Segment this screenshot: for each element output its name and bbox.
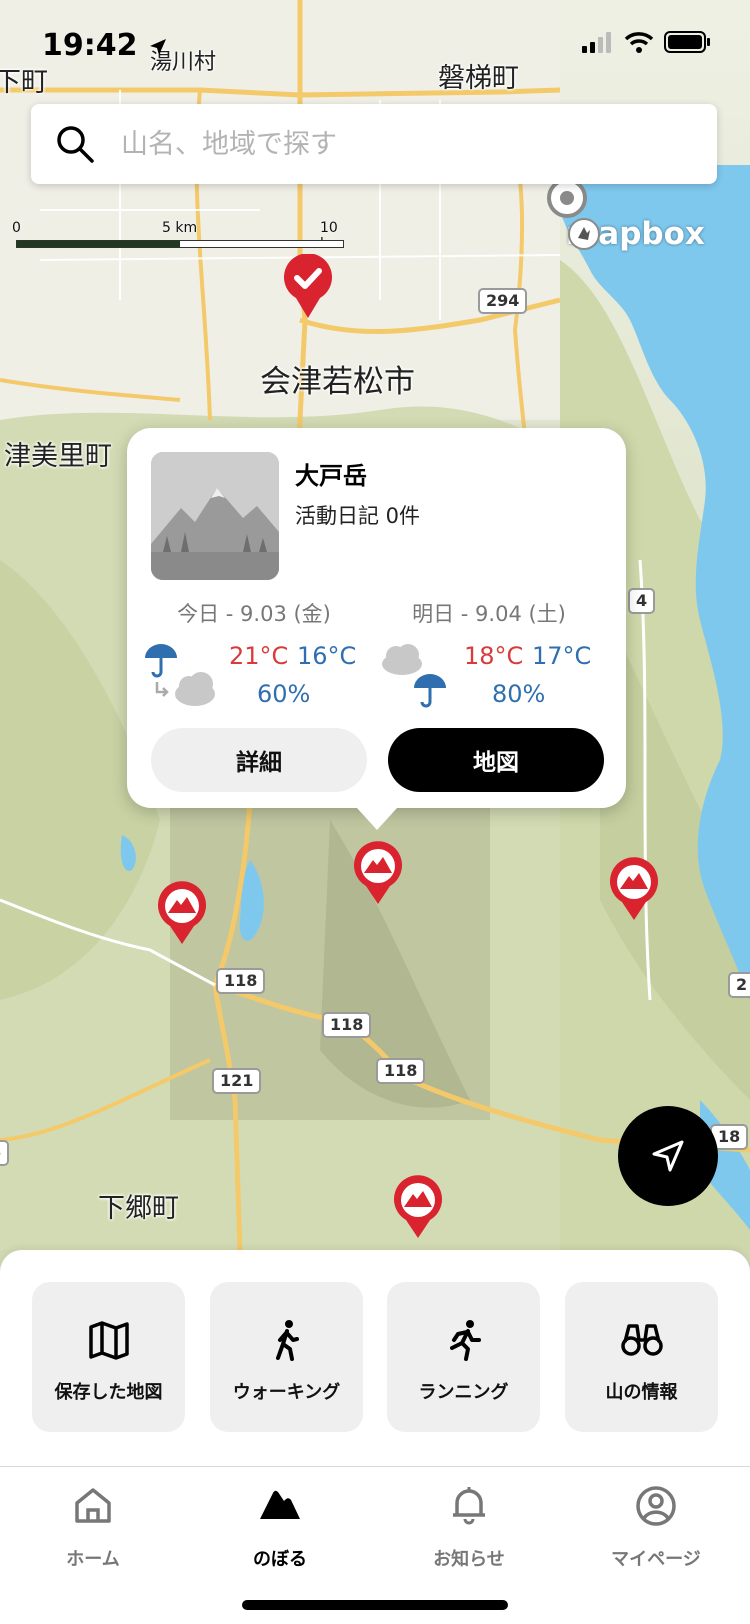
status-bar: 19:42 [0,0,750,90]
mountain-pin-icon[interactable] [608,856,660,922]
home-indicator [242,1600,508,1610]
scale-label-5km: 5 km [162,220,198,236]
place-label-aizumisato: 津美里町 [4,441,112,472]
open-map-button[interactable]: 地図 [388,728,604,792]
walking-icon [275,1320,299,1361]
saved-maps-button[interactable]: 保存した地図 [32,1282,185,1432]
mountain-name: 大戸岳 [295,462,367,490]
mapbox-icon [568,218,600,250]
place-label-shimogo: 下郷町 [98,1193,179,1224]
wifi-icon [624,32,654,53]
today-high-temp: 21°C [229,642,289,670]
mountain-info-label: 山の情報 [605,1382,678,1403]
running-button[interactable]: ランニング [387,1282,540,1432]
profile-icon [636,1486,676,1526]
tab-mypage[interactable]: マイページ [581,1485,731,1575]
home-icon [75,1488,111,1523]
route-shield-partial: 6 [0,1140,10,1166]
route-shield-294: 294 [478,288,528,314]
running-icon [449,1320,481,1361]
route-shield-118: 118 [322,1012,372,1038]
tomorrow-low-temp: 17°C [532,642,592,670]
search-bar[interactable] [31,104,717,184]
mountain-thumbnail [151,452,279,580]
mountain-placeholder-icon [151,452,279,580]
map-icon [88,1321,129,1360]
mapbox-attribution[interactable]: mapbox [566,216,705,252]
mountain-popup[interactable]: 大戸岳 活動日記 0件 今日 - 9.03 (金) 21°C 16°C 60% … [127,428,626,830]
tomorrow-precip: 80% [492,680,546,708]
tab-home-label: ホーム [66,1549,120,1570]
mountain-info-button[interactable]: 山の情報 [565,1282,718,1432]
bell-icon [453,1487,485,1525]
current-location-button[interactable] [618,1106,718,1206]
status-time: 19:42 [42,28,168,63]
walking-button[interactable]: ウォーキング [210,1282,363,1432]
map-scale-bar: 0 5 km 10 km [12,220,346,252]
forecast-date: 今日 - 9.03 (金) [177,602,331,626]
scale-label-0: 0 [12,220,21,236]
today-low-temp: 16°C [297,642,357,670]
location-arrow-icon [149,38,166,55]
forecast-date: 明日 - 9.04 (土) [412,602,566,626]
status-indicators [582,30,712,54]
check-pin-icon[interactable] [282,254,334,320]
tab-mypage-label: マイページ [611,1549,701,1570]
mountain-pin-icon[interactable] [392,1174,444,1240]
status-time-text: 19:42 [42,28,138,63]
cellular-signal-icon [582,32,611,53]
scale-track [16,240,344,248]
walking-label: ウォーキング [232,1382,341,1403]
forecast-today: 今日 - 9.03 (金) 21°C 16°C 60% [139,598,369,718]
tomorrow-high-temp: 18°C [464,642,524,670]
battery-icon [664,31,710,53]
search-icon [57,126,94,163]
tab-notifications[interactable]: お知らせ [394,1485,544,1575]
mountain-pin-icon[interactable] [156,880,208,946]
mountain-icon [260,1490,300,1519]
tab-climb-label: のぼる [253,1549,307,1570]
scale-fill [17,241,180,247]
running-label: ランニング [418,1382,509,1403]
tab-climb[interactable]: のぼる [205,1485,355,1575]
forecast-tomorrow: 明日 - 9.04 (土) 18°C 17°C 80% [374,598,604,718]
rain-then-cloudy-icon [145,644,215,706]
detail-button[interactable]: 詳細 [151,728,367,792]
route-shield-118: 118 [376,1058,426,1084]
mountain-pin-icon[interactable] [352,840,404,906]
cloudy-then-rain-icon [382,644,446,708]
today-precip: 60% [257,680,311,708]
navigation-arrow-icon [652,1140,684,1172]
activity-count: 活動日記 0件 [295,504,421,528]
tab-notifications-label: お知らせ [433,1549,505,1570]
quick-actions-sheet: 保存した地図 ウォーキング ランニング 山の情報 [0,1250,750,1466]
route-shield-partial: 4 [628,588,656,614]
place-label-aizuwakamatsu: 会津若松市 [260,364,415,400]
binoculars-icon [620,1324,663,1356]
saved-maps-label: 保存した地図 [54,1382,163,1403]
search-input[interactable] [121,122,691,166]
route-shield-121: 121 [212,1068,262,1094]
route-shield-118: 118 [216,968,266,994]
route-shield-partial: 2 [728,972,750,998]
tab-home[interactable]: ホーム [18,1485,168,1575]
